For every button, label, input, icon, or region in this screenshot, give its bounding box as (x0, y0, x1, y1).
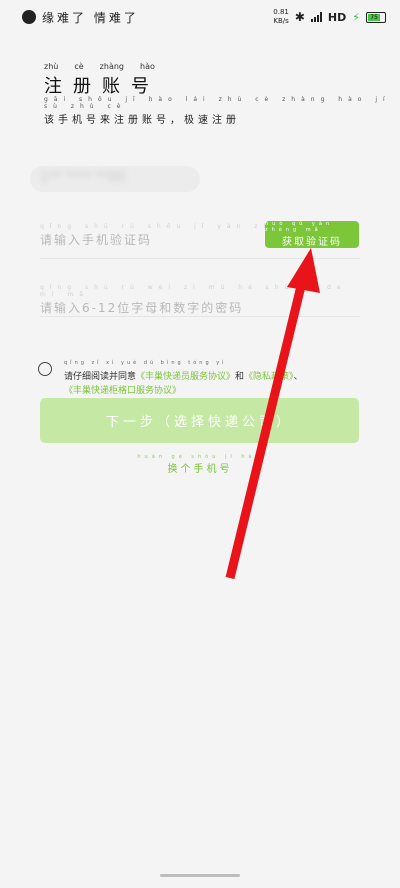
privacy-policy-link[interactable]: 《隐私政策》 (244, 372, 294, 382)
bluetooth-icon: ✱ (294, 10, 305, 24)
speed-unit: KB/s (273, 17, 289, 25)
speed-value: 0.81 (273, 8, 289, 16)
status-right: 0.81 KB/s ✱ HD ⚡ 75 (273, 8, 386, 26)
network-type: HD (327, 10, 347, 24)
network-speed: 0.81 KB/s (273, 8, 289, 26)
switch-phone-link[interactable]: huàn gè shǒu jī hào 换个手机号 (0, 454, 400, 475)
phone-input[interactable]: 1** **** **00 (30, 166, 200, 192)
title-pinyin-4: hào (140, 62, 155, 71)
title-pinyin-1: zhù (44, 62, 59, 71)
agreement-prefix: 请仔细阅读并同意 (64, 372, 137, 382)
divider (40, 316, 360, 317)
title-pinyin: zhù cè zhàng hào (44, 62, 160, 71)
password-placeholder-pinyin: qǐng shū rù wèi zì mǔ hé shù zì de mì mǎ (40, 284, 347, 298)
page-subtitle: 该手机号来注册账号，极速注册 (44, 115, 240, 126)
battery-icon: 75 (366, 11, 386, 23)
subtitle-pinyin: gāi shǒu jī hào lái zhù cè zhàng hào jí … (44, 96, 391, 110)
switch-phone-label: 换个手机号 (167, 464, 233, 475)
divider (40, 258, 360, 259)
agreement-pinyin: qǐng zǐ xì yuè dú bìng tóng yì (64, 360, 227, 366)
agree-radio[interactable] (38, 362, 52, 376)
status-title: 缘难了 情难了 (42, 10, 139, 25)
next-step-button[interactable]: 下一步（选择快递公司） (40, 398, 359, 443)
courier-service-agreement-link[interactable]: 《丰巢快递员服务协议》 (136, 372, 235, 382)
charging-icon: ⚡ (352, 10, 360, 24)
get-code-label: 获取验证码 (282, 237, 342, 248)
battery-level: 75 (368, 13, 381, 21)
annotation-arrow (225, 248, 320, 580)
page-title-block: zhù cè zhàng hào 注册账号 (44, 62, 160, 98)
get-code-button[interactable]: huò qǔ yàn zhèng mǎ 获取验证码 (265, 221, 359, 248)
status-bar: 缘难了 情难了 0.81 KB/s ✱ HD ⚡ 75 (0, 0, 400, 34)
page-title: 注册账号 (44, 76, 160, 97)
status-left: 缘难了 情难了 (22, 9, 139, 26)
agreement-separator: 、 (293, 372, 303, 382)
password-input[interactable]: qǐng shū rù wèi zì mǔ hé shù zì de mì mǎ… (40, 284, 360, 316)
get-code-pinyin: huò qǔ yàn zhèng mǎ (265, 221, 334, 233)
app-logo-icon (22, 10, 36, 24)
subtitle-block: gāi shǒu jī hào lái zhù cè zhàng hào jí … (44, 96, 400, 126)
agreement-text: qǐng zǐ xì yuè dú bìng tóng yì 请仔细阅读并同意《… (64, 356, 384, 398)
signal-icon (310, 12, 322, 22)
title-pinyin-3: zhàng (99, 62, 124, 71)
home-indicator[interactable] (160, 874, 240, 877)
locker-service-agreement-link[interactable]: 《丰巢快递柜格口服务协议》 (64, 386, 181, 396)
password-placeholder: 请输入6-12位字母和数字的密码 (40, 301, 244, 315)
phone-value: 1** **** **00 (40, 170, 126, 185)
title-pinyin-2: cè (74, 62, 84, 71)
agreement-and: 和 (235, 372, 245, 382)
